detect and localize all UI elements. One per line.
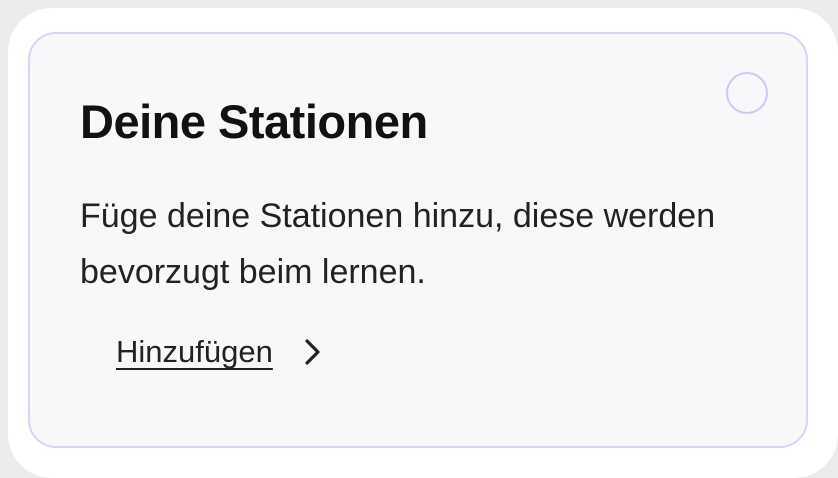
chevron-right-icon: [305, 339, 320, 365]
card-title: Deine Stationen: [80, 95, 428, 148]
radio-circle-icon[interactable]: [726, 72, 768, 114]
card-description: Füge deine Stationen hinzu, diese werden…: [80, 197, 716, 291]
add-link-label[interactable]: Hinzufügen: [116, 334, 273, 370]
add-stations-link[interactable]: Hinzufügen: [116, 334, 323, 370]
